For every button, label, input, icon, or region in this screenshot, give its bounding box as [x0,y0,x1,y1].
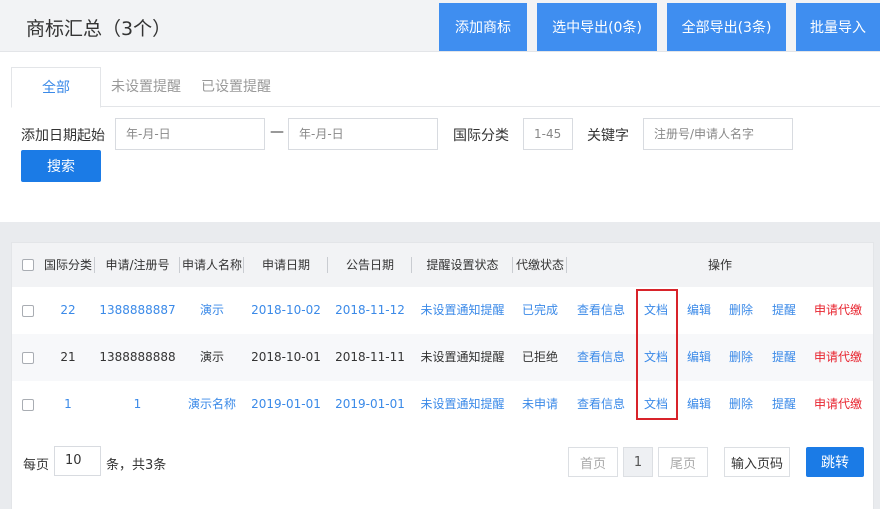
select-all-checkbox[interactable] [22,259,34,271]
reminder-status-cell: 未设置通知提醒 [420,350,505,364]
remind-link[interactable]: 提醒 [768,381,800,428]
search-button[interactable]: 搜索 [21,150,101,182]
applicant-cell: 演示 [199,350,224,364]
date-start-label: 添加日期起始 [21,128,105,144]
class-label: 国际分类 [453,128,509,144]
table-row: 21 1388888888 演示 2018-10-01 2018-11-11 未… [12,334,873,381]
payment-status-cell[interactable]: 已完成 [513,287,567,334]
last-page-button[interactable]: 尾页 [658,447,708,477]
apply-date-cell: 2018-10-01 [251,350,321,364]
publish-date-cell[interactable]: 2019-01-01 [328,381,412,428]
edit-link[interactable]: 编辑 [683,334,715,381]
col-publish-date: 公告日期 [345,258,394,272]
tab-set-reminder[interactable]: 已设置提醒 [201,67,271,107]
number-cell[interactable]: 1 [95,381,180,428]
total-count-label: 条，共3条 [106,458,167,473]
row-checkbox[interactable] [22,305,34,317]
export-all-button[interactable]: 全部导出(3条) [667,3,786,51]
view-info-link[interactable]: 查看信息 [575,287,627,334]
page-title: 商标汇总（3个） [26,18,172,40]
page-header: 商标汇总（3个） 添加商标 选中导出(0条) 全部导出(3条) 批量导入 [0,0,880,52]
class-input[interactable]: 1-45 [523,118,573,150]
apply-proxy-payment-link[interactable]: 申请代缴 [811,287,865,334]
reminder-status-cell[interactable]: 未设置通知提醒 [412,287,513,334]
remind-link[interactable]: 提醒 [768,334,800,381]
payment-status-cell[interactable]: 未申请 [513,381,567,428]
tab-all[interactable]: 全部 [11,67,101,108]
date-to-input[interactable]: 年-月-日 [288,118,438,150]
class-cell[interactable]: 1 [41,381,95,428]
filter-panel: 全部 未设置提醒 已设置提醒 添加日期起始 年-月-日 — 年-月-日 国际分类… [0,52,880,222]
table-header: 国际分类 申请/注册号 申请人名称 申请日期 公告日期 提醒设置状态 代缴状态 … [12,243,873,287]
col-payment-status: 代缴状态 [515,258,564,272]
export-selected-button[interactable]: 选中导出(0条) [537,3,657,51]
delete-link[interactable]: 删除 [725,381,757,428]
col-applicant: 申请人名称 [181,258,242,272]
date-from-input[interactable]: 年-月-日 [115,118,265,150]
document-column-highlight [636,289,678,420]
col-class: 国际分类 [43,258,92,272]
table-row: 22 1388888887 演示 2018-10-02 2018-11-12 未… [12,287,873,334]
apply-proxy-payment-link[interactable]: 申请代缴 [811,381,865,428]
current-page-button[interactable]: 1 [623,447,653,477]
col-actions: 操作 [707,258,732,272]
payment-status-cell: 已拒绝 [521,350,558,364]
edit-link[interactable]: 编辑 [683,381,715,428]
col-reminder-status: 提醒设置状态 [426,258,499,272]
apply-date-cell[interactable]: 2019-01-01 [244,381,328,428]
delete-link[interactable]: 删除 [725,334,757,381]
per-page-input[interactable]: 10 [54,446,101,476]
keyword-label: 关键字 [587,128,629,144]
add-trademark-button[interactable]: 添加商标 [439,3,527,51]
table-row: 1 1 演示名称 2019-01-01 2019-01-01 未设置通知提醒 未… [12,381,873,428]
class-cell: 21 [60,350,76,364]
apply-date-cell[interactable]: 2018-10-02 [244,287,328,334]
per-page-label: 每页 [23,458,50,473]
col-number: 申请/注册号 [105,258,170,272]
applicant-cell[interactable]: 演示名称 [180,381,244,428]
applicant-cell[interactable]: 演示 [180,287,244,334]
jump-button[interactable]: 跳转 [806,447,864,477]
view-info-link[interactable]: 查看信息 [575,334,627,381]
class-cell[interactable]: 22 [41,287,95,334]
keyword-input[interactable]: 注册号/申请人名字 [643,118,793,150]
publish-date-cell: 2018-11-11 [335,350,405,364]
row-checkbox[interactable] [22,352,34,364]
date-range-dash: — [270,124,284,140]
first-page-button[interactable]: 首页 [568,447,618,477]
view-info-link[interactable]: 查看信息 [575,381,627,428]
edit-link[interactable]: 编辑 [683,287,715,334]
batch-import-button[interactable]: 批量导入 [796,3,880,51]
col-apply-date: 申请日期 [261,258,310,272]
tab-bar: 全部 未设置提醒 已设置提醒 [11,67,880,108]
number-cell[interactable]: 1388888887 [95,287,180,334]
remind-link[interactable]: 提醒 [768,287,800,334]
number-cell: 1388888888 [99,350,176,364]
trademark-table-panel: 国际分类 申请/注册号 申请人名称 申请日期 公告日期 提醒设置状态 代缴状态 … [11,242,874,509]
goto-page-input[interactable]: 输入页码 [724,447,790,477]
publish-date-cell[interactable]: 2018-11-12 [328,287,412,334]
delete-link[interactable]: 删除 [725,287,757,334]
row-checkbox[interactable] [22,399,34,411]
tab-unset-reminder[interactable]: 未设置提醒 [111,67,181,107]
reminder-status-cell[interactable]: 未设置通知提醒 [412,381,513,428]
apply-proxy-payment-link[interactable]: 申请代缴 [811,334,865,381]
